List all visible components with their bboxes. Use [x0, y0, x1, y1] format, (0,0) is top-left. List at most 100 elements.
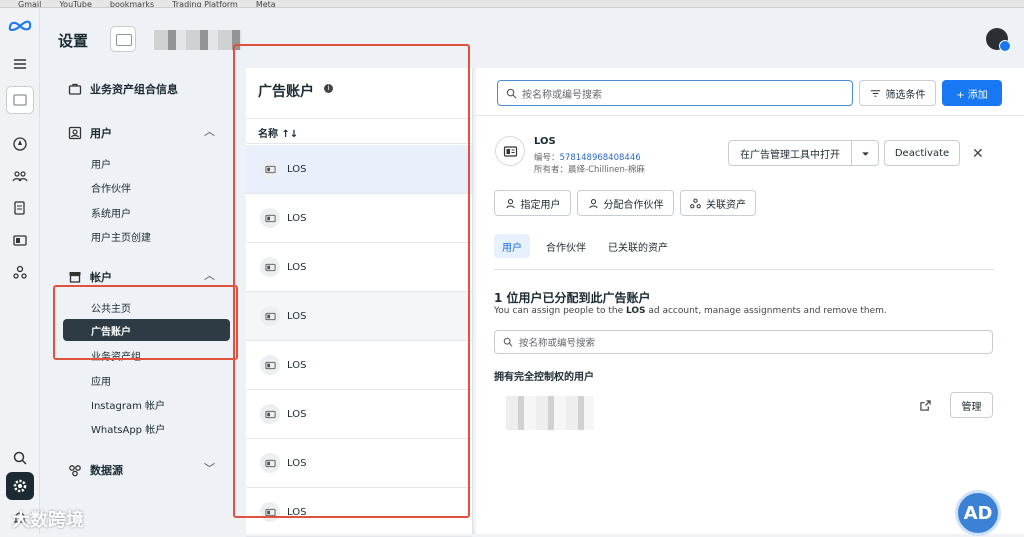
open-in-ads-manager-button[interactable]: 在广告管理工具中打开 [728, 140, 852, 166]
caret-down-icon[interactable] [851, 140, 879, 166]
close-icon[interactable]: ✕ [972, 146, 984, 162]
filter-button[interactable]: 筛选条件 [859, 80, 936, 106]
account-detail-panel: 按名称或编号搜索 筛选条件 + 添加 LOS 编号：57814896840844… [476, 68, 1024, 534]
info-icon[interactable]: i [324, 84, 333, 93]
ad-account-icon [260, 355, 280, 375]
divider [494, 269, 994, 270]
blurred-user-entry [506, 396, 594, 430]
nav-item-asset-groups[interactable]: 业务资产组 [91, 348, 141, 363]
tab-linked-assets[interactable]: 已关联的资产 [600, 234, 676, 258]
user-card-icon [68, 126, 82, 140]
nav-section-accounts[interactable]: 帐户 [68, 269, 112, 285]
search-input[interactable]: 按名称或编号搜索 [497, 80, 853, 106]
people-icon[interactable] [8, 164, 32, 188]
ad-accounts-icon[interactable] [8, 228, 32, 252]
settings-gear-icon[interactable] [6, 472, 34, 500]
ad-account-icon [260, 306, 280, 326]
compass-icon[interactable] [8, 132, 32, 156]
chevron-up-icon[interactable]: ︿ [204, 270, 216, 282]
list-item[interactable]: LOS [246, 243, 472, 292]
add-button[interactable]: + 添加 [942, 80, 1002, 106]
full-control-heading: 拥有完全控制权的用户 [494, 372, 594, 383]
manage-label: 管理 [961, 401, 982, 413]
user-avatar[interactable] [986, 28, 1011, 52]
ad-account-icon [260, 502, 280, 522]
briefcase-icon [68, 83, 82, 95]
blurred-business-name [154, 30, 242, 50]
nav-item-instagram[interactable]: Instagram 帐户 [91, 397, 165, 412]
desc-post: ad account, manage assignments and remov… [645, 306, 887, 316]
nav-item-system-users[interactable]: 系统用户 [91, 205, 131, 220]
menu-icon[interactable] [8, 52, 32, 76]
ad-account-icon [260, 453, 280, 473]
search-icon [503, 337, 513, 347]
meta-logo-icon[interactable] [6, 14, 34, 38]
manage-button[interactable]: 管理 [950, 392, 993, 418]
watermark-text: 大数跨境 [12, 510, 84, 531]
list-item[interactable]: LOS [246, 292, 472, 341]
user-search-input[interactable]: 按名称或编号搜索 [494, 330, 993, 354]
nav-section-users-label: 用户 [90, 127, 112, 140]
nav-business-info[interactable]: 业务资产组合信息 [68, 81, 178, 97]
list-item[interactable]: LOS [246, 488, 472, 537]
nav-item-ad-accounts[interactable]: 广告账户 [63, 319, 230, 341]
deactivate-button[interactable]: Deactivate [884, 140, 960, 166]
settings-sidebar: 业务资产组合信息 用户 ︿ 用户 合作伙伴 系统用户 用户主页创建 帐户 ︿ 公… [40, 68, 246, 534]
nav-item-page-creation[interactable]: 用户主页创建 [91, 229, 151, 244]
nav-item-whatsapp[interactable]: WhatsApp 帐户 [91, 421, 165, 436]
nav-section-accounts-label: 帐户 [90, 271, 112, 284]
archive-icon [69, 272, 81, 283]
ad-account-icon [260, 159, 280, 179]
desc-pre: You can assign people to the [494, 306, 626, 316]
assigned-users-description: You can assign people to the LOS ad acco… [494, 306, 887, 316]
list-item[interactable]: LOS [246, 194, 472, 243]
linked-assets-button[interactable]: 关联资产 [680, 190, 756, 216]
search-icon[interactable] [8, 446, 32, 470]
person-icon [505, 198, 515, 208]
business-avatar[interactable] [110, 26, 136, 52]
chevron-up-icon[interactable]: ︿ [204, 126, 216, 138]
link-nodes-icon [690, 198, 701, 208]
list-item[interactable]: LOS [246, 145, 472, 194]
add-label: + 添加 [956, 89, 988, 101]
list-item-label: LOS [287, 506, 307, 518]
nav-section-data-sources[interactable]: 数据源 [68, 462, 123, 478]
business-portfolio-icon[interactable] [6, 86, 34, 114]
nav-item-pages[interactable]: 公共主页 [91, 300, 131, 315]
ad-logo-icon[interactable]: AD [955, 490, 1001, 536]
open-in-ads-manager-label: 在广告管理工具中打开 [740, 149, 840, 161]
column-header-name[interactable]: 名称 ↑↓ [246, 118, 472, 144]
person-icon [588, 198, 598, 208]
search-placeholder: 按名称或编号搜索 [522, 89, 602, 101]
pages-icon[interactable] [8, 196, 32, 220]
assigned-users-heading: 1 位用户已分配到此广告账户 [494, 291, 651, 305]
user-search-placeholder: 按名称或编号搜索 [519, 338, 596, 349]
filter-label: 筛选条件 [885, 89, 926, 101]
account-id-line: 编号：578148968408446 [534, 151, 641, 163]
icon-rail [0, 8, 40, 534]
account-id-link[interactable]: 578148968408446 [560, 153, 641, 163]
nav-business-info-label: 业务资产组合信息 [90, 83, 178, 96]
tab-partners[interactable]: 合作伙伴 [538, 234, 594, 258]
list-item[interactable]: LOS [246, 390, 472, 439]
assign-partner-button[interactable]: 分配合作伙伴 [577, 190, 674, 216]
nav-section-users[interactable]: 用户 [68, 125, 112, 141]
list-item[interactable]: LOS [246, 341, 472, 390]
top-header: 设置 [40, 8, 1024, 68]
list-item[interactable]: LOS [246, 439, 472, 488]
chevron-down-icon[interactable]: ﹀ [204, 463, 216, 475]
ad-accounts-list: 广告账户 i 名称 ↑↓ LOS LOS LOS LOS LOS LOS LOS… [246, 68, 473, 537]
ad-account-icon [260, 208, 280, 228]
account-owner: 所有者：晨绎-Chillinen-棉麻 [534, 165, 645, 175]
assign-user-button[interactable]: 指定用户 [494, 190, 571, 216]
list-item-label: LOS [287, 457, 307, 469]
integrations-icon[interactable] [8, 260, 32, 284]
nav-item-users[interactable]: 用户 [91, 156, 111, 171]
assign-user-label: 指定用户 [520, 199, 561, 211]
nav-item-partners[interactable]: 合作伙伴 [91, 180, 131, 195]
ad-account-icon [260, 257, 280, 277]
external-link-icon[interactable] [920, 400, 931, 411]
account-id-prefix: 编号： [534, 153, 560, 163]
nav-item-apps[interactable]: 应用 [91, 373, 111, 388]
tab-users[interactable]: 用户 [494, 234, 530, 258]
